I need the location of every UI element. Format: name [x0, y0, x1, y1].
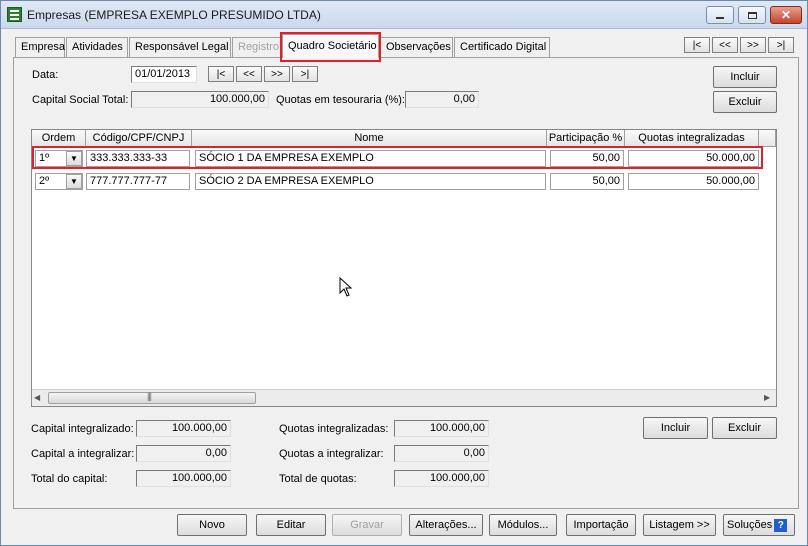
date-last-button[interactable]: >| — [292, 66, 318, 82]
nav-next-button[interactable]: >> — [740, 37, 766, 53]
date-field[interactable]: 01/01/2013 — [131, 66, 197, 83]
capital-integralizado-label: Capital integralizado: — [31, 423, 134, 435]
quotas-integralizadas-field[interactable]: 100.000,00 — [394, 420, 489, 437]
mouse-cursor-icon — [339, 276, 353, 300]
col-header-ordem[interactable]: Ordem — [32, 130, 86, 147]
app-icon — [7, 7, 22, 22]
row2-codigo[interactable]: 777.777.777-77 — [86, 173, 190, 190]
scroll-left-icon[interactable]: ◀ — [34, 393, 40, 402]
close-icon: ✕ — [780, 8, 792, 22]
excluir-top-button[interactable]: Excluir — [713, 91, 777, 113]
row2-nome[interactable]: SÓCIO 2 DA EMPRESA EXEMPLO — [195, 173, 546, 190]
solucoes-button[interactable]: Soluções ? — [723, 514, 795, 536]
excluir-socio-button[interactable]: Excluir — [712, 417, 777, 439]
maximize-icon — [747, 11, 757, 19]
treasury-field[interactable]: 0,00 — [405, 91, 479, 108]
tab-responsavel-legal[interactable]: Responsável Legal — [129, 37, 231, 57]
tab-highlight-box — [280, 32, 381, 62]
editar-button[interactable]: Editar — [256, 514, 326, 536]
capital-a-integralizar-label: Capital a integralizar: — [31, 448, 135, 460]
total-capital-field[interactable]: 100.000,00 — [136, 470, 231, 487]
col-header-filler — [759, 130, 776, 147]
total-capital-label: Total do capital: — [31, 473, 108, 485]
row-highlight-box — [32, 146, 763, 169]
horizontal-scrollbar[interactable]: ◀ ||| ▶ — [32, 389, 776, 406]
nav-first-button[interactable]: |< — [684, 37, 710, 53]
row2-quotas[interactable]: 50.000,00 — [628, 173, 759, 190]
treasury-label: Quotas em tesouraria (%): — [276, 94, 405, 106]
incluir-socio-button[interactable]: Incluir — [643, 417, 708, 439]
row2-ordem-dropdown[interactable]: ▼ — [66, 174, 82, 189]
total-quotas-label: Total de quotas: — [279, 473, 357, 485]
solucoes-label: Soluções — [727, 519, 773, 531]
capital-social-field[interactable]: 100.000,00 — [131, 91, 269, 108]
col-header-participacao[interactable]: Participação % — [547, 130, 625, 147]
modulos-button[interactable]: Módulos... — [489, 514, 557, 536]
grip-icon: ||| — [147, 391, 152, 401]
tab-certificado-digital[interactable]: Certificado Digital — [454, 37, 550, 57]
tab-atividades[interactable]: Atividades — [66, 37, 128, 57]
date-prev-button[interactable]: << — [236, 66, 262, 82]
novo-button[interactable]: Novo — [177, 514, 247, 536]
scroll-right-icon[interactable]: ▶ — [764, 393, 770, 402]
total-quotas-field[interactable]: 100.000,00 — [394, 470, 489, 487]
minimize-button[interactable] — [706, 6, 734, 24]
listagem-button[interactable]: Listagem >> — [643, 514, 716, 536]
window-title: Empresas (EMPRESA EXEMPLO PRESUMIDO LTDA… — [27, 8, 321, 22]
quotas-a-integralizar-label: Quotas a integralizar: — [279, 448, 384, 460]
col-header-codigo[interactable]: Código/CPF/CNPJ — [86, 130, 192, 147]
tab-empresa[interactable]: Empresa — [15, 37, 65, 57]
maximize-button[interactable] — [738, 6, 766, 24]
incluir-top-button[interactable]: Incluir — [713, 66, 777, 88]
nav-prev-button[interactable]: << — [712, 37, 738, 53]
tab-observacoes[interactable]: Observações — [380, 37, 453, 57]
row2-participacao[interactable]: 50,00 — [550, 173, 624, 190]
capital-a-integralizar-field[interactable]: 0,00 — [136, 445, 231, 462]
main-window: Empresas (EMPRESA EXEMPLO PRESUMIDO LTDA… — [0, 0, 808, 546]
chevron-down-icon: ▼ — [70, 177, 78, 186]
scrollbar-thumb[interactable]: ||| — [48, 391, 256, 404]
alteracoes-button[interactable]: Alterações... — [409, 514, 483, 536]
capital-integralizado-field[interactable]: 100.000,00 — [136, 420, 231, 437]
tab-registro: Registro — [232, 37, 281, 57]
col-header-nome[interactable]: Nome — [192, 130, 547, 147]
title-bar[interactable]: Empresas (EMPRESA EXEMPLO PRESUMIDO LTDA… — [1, 1, 807, 29]
close-button[interactable]: ✕ — [770, 6, 802, 24]
minimize-icon — [716, 17, 724, 19]
quotas-integralizadas-label: Quotas integralizadas: — [279, 423, 389, 435]
capital-social-label: Capital Social Total: — [32, 94, 129, 106]
help-icon: ? — [774, 518, 788, 532]
date-label: Data: — [32, 69, 59, 81]
importacao-button[interactable]: Importação — [566, 514, 636, 536]
gravar-button: Gravar — [332, 514, 402, 536]
date-first-button[interactable]: |< — [208, 66, 234, 82]
date-next-button[interactable]: >> — [264, 66, 290, 82]
quotas-a-integralizar-field[interactable]: 0,00 — [394, 445, 489, 462]
nav-last-button[interactable]: >| — [768, 37, 794, 53]
socios-grid[interactable]: Ordem Código/CPF/CNPJ Nome Participação … — [31, 129, 777, 407]
row2-ordem-value: 2º — [39, 175, 50, 187]
col-header-quotas[interactable]: Quotas integralizadas — [625, 130, 759, 147]
